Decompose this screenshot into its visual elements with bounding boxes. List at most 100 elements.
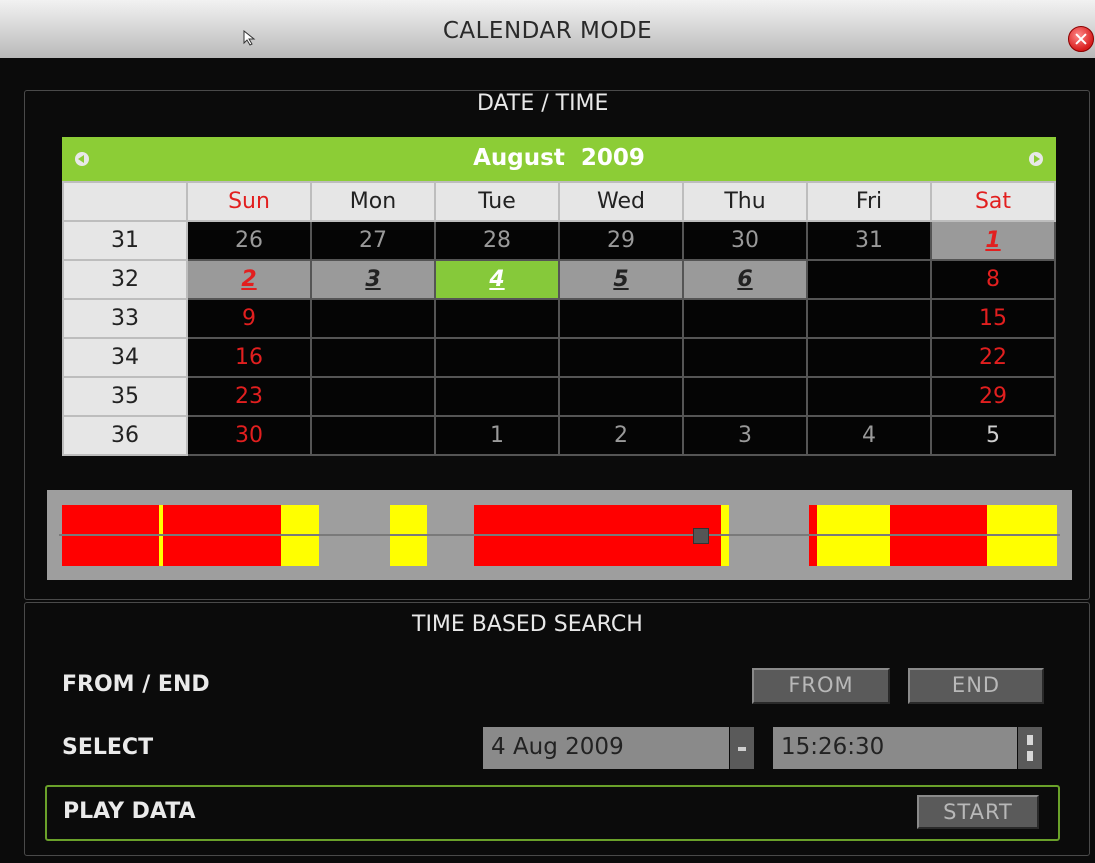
day-cell[interactable] [310,376,436,417]
day-cell[interactable] [434,337,560,378]
weekday-mon: Mon [310,181,436,222]
record-segment [163,536,281,566]
day-cell[interactable]: 30 [186,415,312,456]
day-cell[interactable]: 8 [930,259,1056,300]
record-segment [474,505,721,535]
end-button[interactable]: END [908,668,1044,704]
day-cell[interactable] [682,376,808,417]
day-cell[interactable]: 30 [682,220,808,261]
date-time-legend: DATE / TIME [469,91,617,116]
record-segment [890,536,925,566]
day-cell[interactable]: 3 [682,415,808,456]
year-label: 2009 [580,145,645,171]
week-number: 34 [62,337,188,378]
day-cell[interactable] [310,298,436,339]
week-number: 32 [62,259,188,300]
record-segment [62,536,159,566]
record-segment [890,505,925,535]
record-segment [809,536,817,566]
play-data-label: PLAY DATA [63,799,196,824]
day-cell[interactable] [434,298,560,339]
record-segment [1007,536,1057,566]
record-segment [163,505,281,535]
record-segment [390,536,427,566]
week-row: 35 23 29 [62,376,1056,417]
title-bar: CALENDAR MODE [0,0,1095,58]
timeline-axis [59,534,1060,536]
recording-timeline[interactable] [47,490,1072,580]
day-cell[interactable] [434,376,560,417]
select-label: SELECT [62,735,154,760]
record-segment [721,505,729,535]
time-based-search-legend: TIME BASED SEARCH [404,612,651,637]
next-month-icon[interactable] [1029,152,1043,166]
day-cell[interactable] [806,298,932,339]
day-cell[interactable] [806,376,932,417]
record-segment [987,536,1007,566]
day-cell[interactable]: 15 [930,298,1056,339]
calendar-grid: Sun Mon Tue Wed Thu Fri Sat 31 26 27 28 … [62,181,1056,456]
weekday-wed: Wed [558,181,684,222]
record-segment [281,536,319,566]
day-cell[interactable] [806,337,932,378]
day-cell[interactable]: 29 [558,220,684,261]
day-cell-recorded[interactable]: 2 [186,259,312,300]
day-cell[interactable]: 22 [930,337,1056,378]
day-cell[interactable] [682,337,808,378]
day-cell[interactable]: 2 [558,415,684,456]
day-cell[interactable]: 9 [186,298,312,339]
calendar-header: August 2009 [62,137,1056,181]
day-cell[interactable] [558,376,684,417]
week-row: 36 30 1 2 3 4 5 [62,415,1056,456]
week-number: 35 [62,376,188,417]
day-cell[interactable]: 16 [186,337,312,378]
date-select-field[interactable]: 4 Aug 2009 [483,727,729,769]
week-row: 33 9 15 [62,298,1056,339]
weekday-fri: Fri [806,181,932,222]
record-segment [809,505,817,535]
timeline-cursor-handle[interactable] [693,528,709,544]
chevron-down-icon [738,747,746,751]
day-cell[interactable] [558,337,684,378]
window-title: CALENDAR MODE [442,18,653,44]
record-segment [987,505,1007,535]
day-cell[interactable]: 28 [434,220,560,261]
day-cell[interactable]: 5 [930,415,1056,456]
day-cell[interactable] [558,298,684,339]
day-cell-recorded[interactable]: 6 [682,259,808,300]
week-row: 31 26 27 28 29 30 31 1 [62,220,1056,261]
day-cell[interactable]: 1 [434,415,560,456]
record-segment [817,536,890,566]
close-icon[interactable] [1068,26,1094,52]
day-cell[interactable]: 26 [186,220,312,261]
day-cell[interactable] [682,298,808,339]
start-button[interactable]: START [917,795,1039,829]
record-segment [281,505,319,535]
day-cell[interactable]: 27 [310,220,436,261]
week-row: 32 2 3 4 5 6 8 [62,259,1056,300]
spinner-icon [1027,735,1033,761]
time-field[interactable]: 15:26:30 [773,727,1017,769]
day-cell-recorded[interactable]: 1 [930,220,1056,261]
day-cell[interactable]: 29 [930,376,1056,417]
day-cell-recorded[interactable]: 5 [558,259,684,300]
record-segment [1007,505,1057,535]
day-cell[interactable]: 4 [806,415,932,456]
week-number-header [62,181,188,222]
weekday-tue: Tue [434,181,560,222]
record-segment [817,505,890,535]
month-label: August [473,145,565,171]
day-cell-recorded[interactable]: 3 [310,259,436,300]
time-spinner[interactable] [1018,727,1042,769]
week-number: 31 [62,220,188,261]
day-cell[interactable] [310,415,436,456]
day-cell[interactable] [310,337,436,378]
day-cell[interactable] [806,259,932,300]
day-cell[interactable]: 23 [186,376,312,417]
day-cell[interactable]: 31 [806,220,932,261]
week-number: 33 [62,298,188,339]
date-dropdown-button[interactable] [730,727,754,769]
day-cell-selected[interactable]: 4 [434,259,560,300]
record-segment [721,536,729,566]
from-button[interactable]: FROM [752,668,890,704]
